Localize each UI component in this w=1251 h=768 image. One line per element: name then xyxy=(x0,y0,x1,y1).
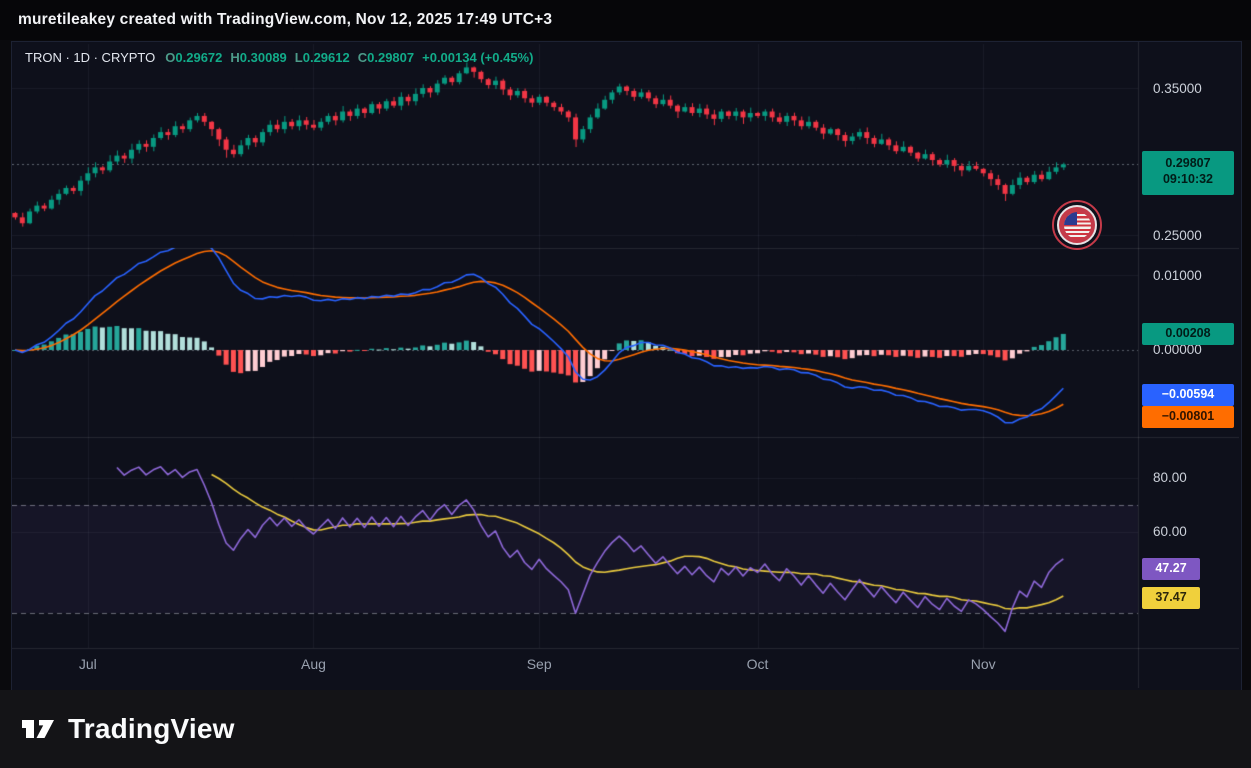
tradingview-logo-text[interactable]: TradingView xyxy=(68,713,235,745)
close-value: 0.29807 xyxy=(367,50,415,65)
macd-tick-0.01[interactable]: 0.01000 xyxy=(1153,268,1202,283)
macd-hist-badge: 0.00208 xyxy=(1142,323,1234,345)
last-price-badge: 0.29807 09:10:32 xyxy=(1142,151,1234,195)
open-value: 0.29672 xyxy=(175,50,223,65)
rsi-tick-60[interactable]: 60.00 xyxy=(1153,524,1187,539)
flag-ring xyxy=(1057,205,1097,245)
change-value: +0.00134 (+0.45%) xyxy=(422,50,534,65)
flag-canton xyxy=(1063,211,1077,225)
high-value: 0.30089 xyxy=(239,50,287,65)
price-tick-0.35[interactable]: 0.35000 xyxy=(1153,81,1202,96)
symbol-title: TRON · 1D · CRYPTO xyxy=(25,50,156,65)
bar-countdown: 09:10:32 xyxy=(1162,171,1214,186)
footer: TradingView xyxy=(0,690,1251,768)
open-label: O xyxy=(165,50,176,65)
flag-stripes xyxy=(1063,211,1091,239)
watermark-text: muretileakey created with TradingView.co… xyxy=(18,11,553,28)
macd-signal-badge: −0.00801 xyxy=(1142,406,1234,428)
price-tick-0.25[interactable]: 0.25000 xyxy=(1153,228,1202,243)
rsi-tick-80[interactable]: 80.00 xyxy=(1153,470,1187,485)
time-axis-label: Sep xyxy=(526,656,552,672)
last-price-value: 0.29807 xyxy=(1165,156,1211,170)
chart-canvas[interactable] xyxy=(12,42,1239,688)
time-axis[interactable]: Jul Aug Sep Oct Nov xyxy=(12,648,1138,688)
tradingview-screenshot: muretileakey created with TradingView.co… xyxy=(0,0,1251,768)
us-flag-event-icon[interactable] xyxy=(1052,200,1102,250)
close-label: C xyxy=(357,50,368,65)
rsi-ma-badge: 37.47 xyxy=(1142,587,1200,609)
rsi-value-badge: 47.27 xyxy=(1142,558,1200,580)
chart-legend[interactable]: TRON · 1D · CRYPTO O0.29672 H0.30089 L0.296… xyxy=(25,50,533,65)
watermark-bar: muretileakey created with TradingView.co… xyxy=(0,0,1251,40)
time-axis-label: Oct xyxy=(746,656,769,672)
low-value: 0.29612 xyxy=(302,50,350,65)
tradingview-logo-icon[interactable] xyxy=(18,712,58,746)
time-axis-label: Nov xyxy=(970,656,996,672)
low-label: L xyxy=(294,50,303,65)
time-axis-label: Jul xyxy=(78,656,97,672)
high-label: H xyxy=(230,50,240,65)
time-axis-label: Aug xyxy=(301,656,326,672)
macd-line-badge: −0.00594 xyxy=(1142,384,1234,406)
chart-container: TRON · 1D · CRYPTO O0.29672 H0.30089 L0.296… xyxy=(11,41,1242,691)
